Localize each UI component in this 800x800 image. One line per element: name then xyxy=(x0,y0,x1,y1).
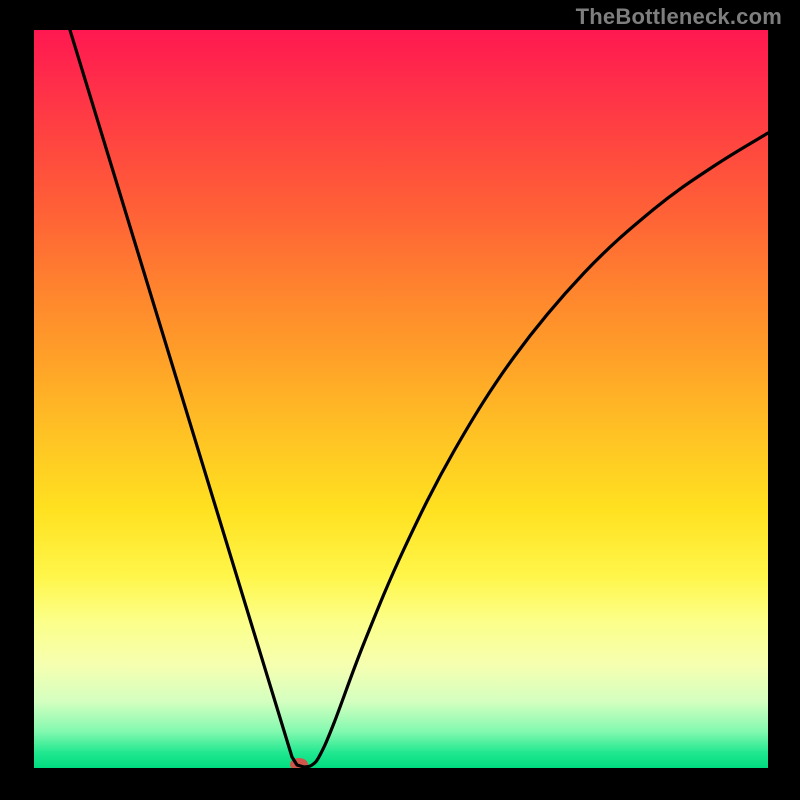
bottleneck-curve xyxy=(66,30,768,767)
watermark-text: TheBottleneck.com xyxy=(576,4,782,30)
plot-area xyxy=(34,30,768,768)
curve-svg xyxy=(34,30,768,768)
chart-container: TheBottleneck.com xyxy=(0,0,800,800)
